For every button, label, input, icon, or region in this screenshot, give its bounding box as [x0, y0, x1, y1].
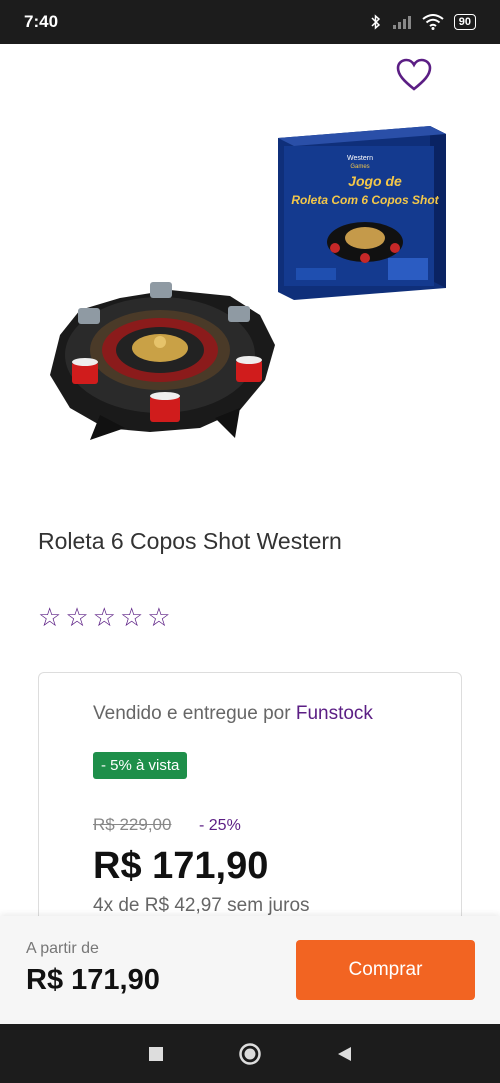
svg-text:Roleta Com 6 Copos Shot: Roleta Com 6 Copos Shot [291, 193, 439, 207]
product-title: Roleta 6 Copos Shot Western [38, 528, 342, 554]
product-image-gallery[interactable]: Western Games Jogo de Roleta Com 6 Copos… [0, 110, 500, 470]
recents-button[interactable] [144, 1042, 168, 1066]
roulette-game-image [50, 282, 275, 440]
status-icons: 90 [370, 14, 476, 30]
wifi-icon [422, 14, 444, 30]
svg-text:Games: Games [350, 164, 369, 170]
from-price: R$ 171,90 [26, 964, 160, 996]
system-nav-bar [0, 1024, 500, 1083]
star-icon: ☆ [119, 602, 144, 632]
signal-icon [392, 16, 411, 29]
status-bar: 7:40 90 [0, 0, 500, 44]
installments-info: 4x de R$ 42,97 sem juros [93, 895, 310, 916]
square-icon [149, 1046, 163, 1061]
buy-bar: A partir de R$ 171,90 Comprar [0, 916, 500, 1024]
product-box-image: Western Games Jogo de Roleta Com 6 Copos… [278, 126, 446, 300]
back-button[interactable] [332, 1042, 356, 1066]
battery-indicator: 90 [453, 14, 476, 30]
cash-discount-badge: - 5% à vista [93, 752, 188, 779]
favorite-heart-icon[interactable] [396, 58, 432, 92]
star-icon: ☆ [38, 602, 62, 632]
star-icon: ☆ [147, 602, 171, 632]
buy-button[interactable]: Comprar [296, 940, 475, 1000]
svg-text:Western: Western [347, 155, 373, 162]
old-price: R$ 229,00 [93, 815, 172, 834]
rating-stars[interactable]: ☆ ☆ ☆ ☆ ☆ [38, 603, 171, 631]
seller-prefix: Vendido e entregue por [93, 703, 296, 724]
circle-icon [239, 1042, 261, 1065]
from-label: A partir de [26, 940, 99, 957]
status-time: 7:40 [24, 12, 59, 31]
discount-percent: - 25% [199, 817, 241, 834]
star-icon: ☆ [65, 602, 89, 632]
home-button[interactable] [238, 1042, 262, 1066]
current-price: R$ 171,90 [93, 845, 269, 887]
star-icon: ☆ [92, 602, 116, 632]
back-triangle-icon [338, 1046, 351, 1061]
svg-text:Jogo de: Jogo de [348, 173, 402, 189]
product-image: Western Games Jogo de Roleta Com 6 Copos… [50, 126, 446, 440]
seller-name-link[interactable]: Funstock [296, 703, 373, 724]
seller-info: Vendido e entregue por Funstock [93, 703, 373, 725]
bluetooth-icon [371, 14, 380, 30]
